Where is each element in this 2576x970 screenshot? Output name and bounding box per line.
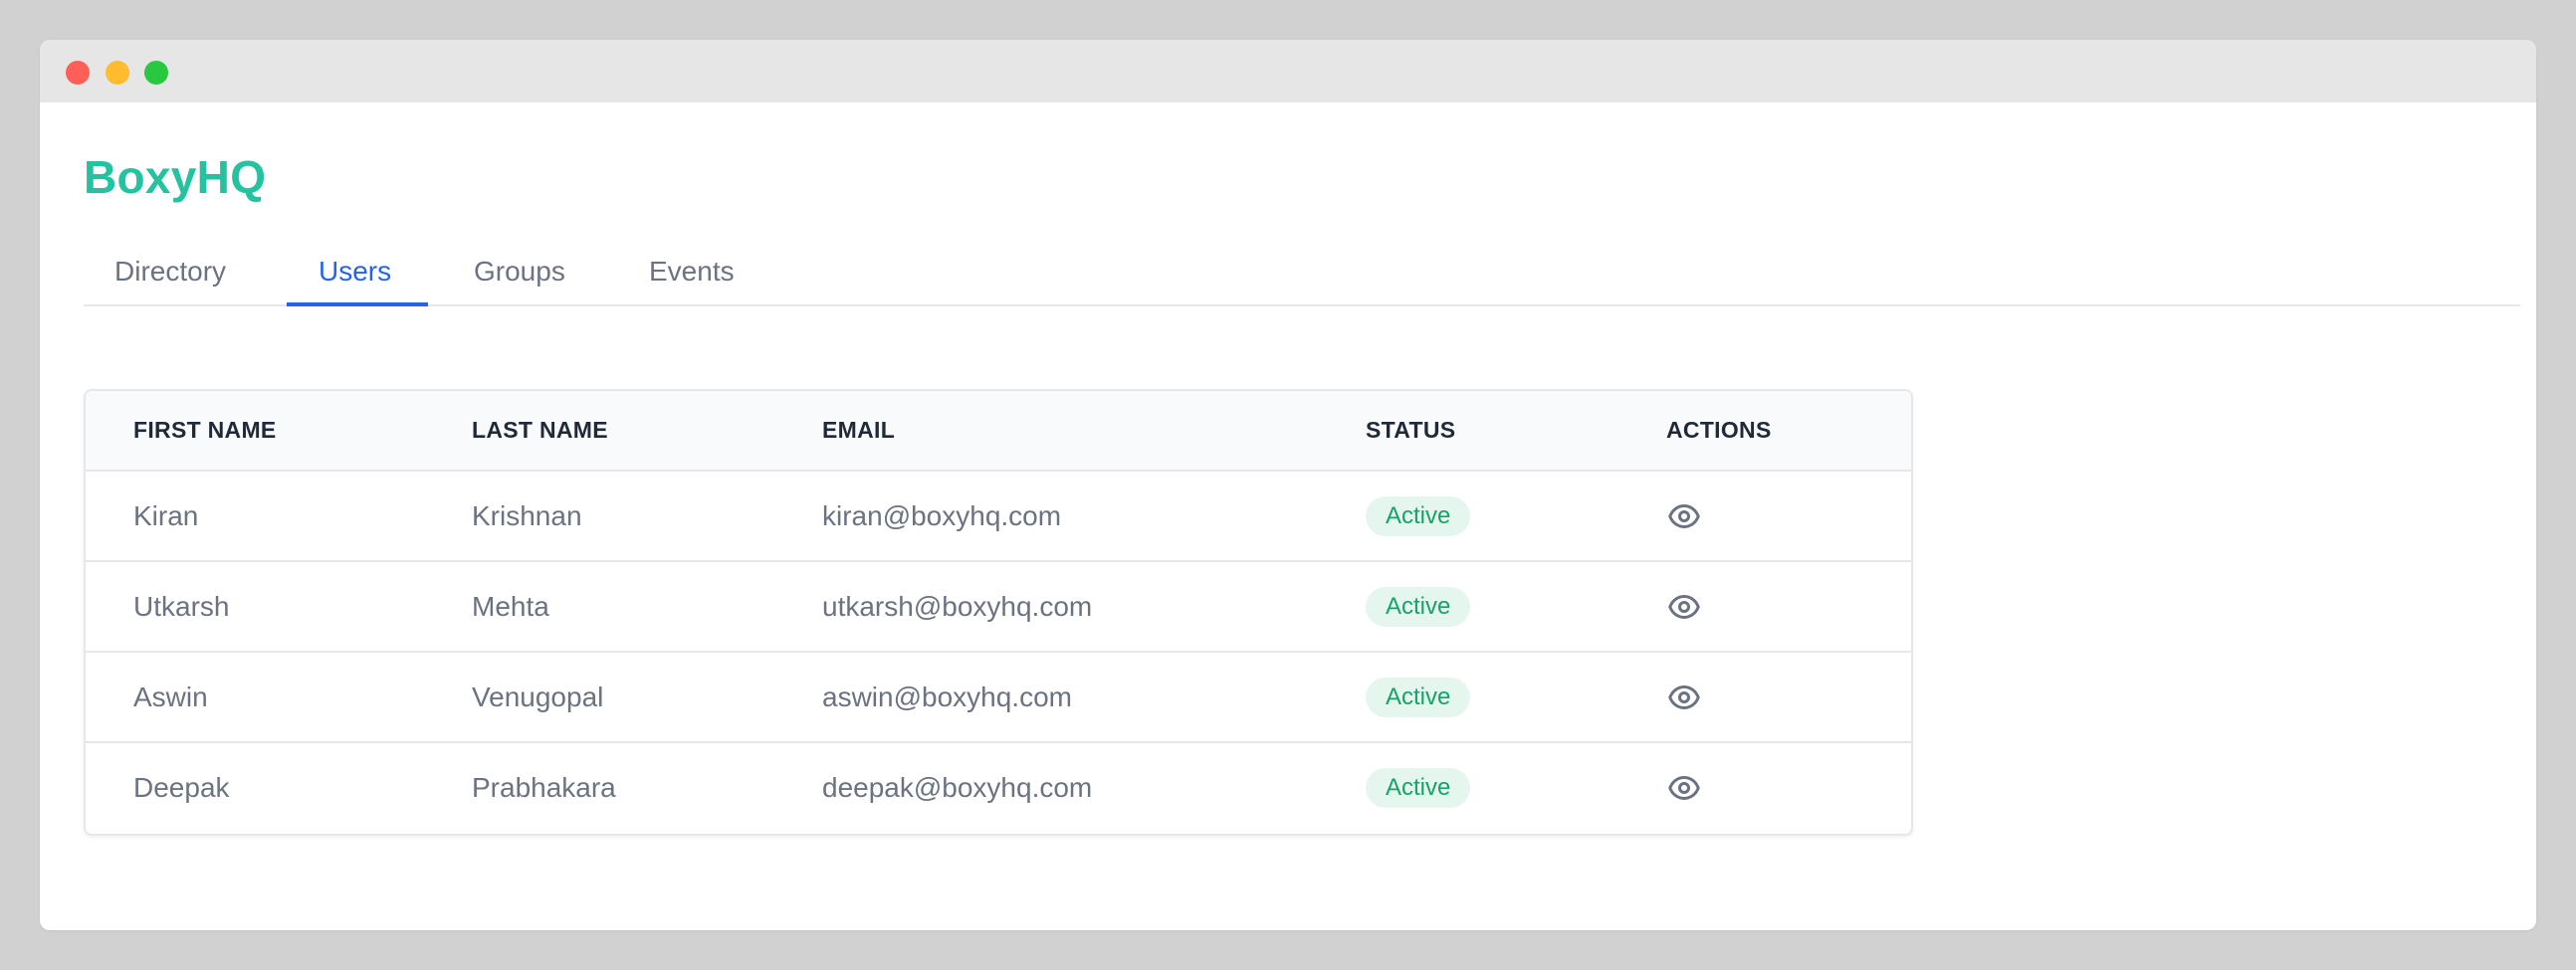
window-titlebar	[40, 40, 2536, 102]
tab-users[interactable]: Users	[287, 254, 428, 306]
cell-first-name: Deepak	[133, 772, 230, 803]
column-header-status: STATUS	[1366, 417, 1456, 443]
eye-icon[interactable]	[1666, 679, 1702, 715]
status-badge: Active	[1366, 677, 1471, 717]
maximize-window-button[interactable]	[144, 61, 168, 85]
users-table: FIRST NAME LAST NAME EMAIL STATUS ACTION…	[86, 391, 1911, 833]
table-row: Deepak Prabhakara deepak@boxyhq.com Acti…	[86, 742, 1911, 833]
cell-status: Active	[1366, 561, 1666, 652]
table-row: Utkarsh Mehta utkarsh@boxyhq.com Active	[86, 561, 1911, 652]
cell-status: Active	[1366, 471, 1666, 561]
cell-first-name: Utkarsh	[133, 590, 230, 622]
tab-label: Users	[319, 256, 392, 287]
brand-logo: BoxyHQ	[84, 151, 267, 203]
cell-first-name: Aswin	[133, 680, 208, 712]
tab-label: Events	[649, 256, 735, 287]
column-header-email: EMAIL	[822, 417, 896, 443]
table-header-row: FIRST NAME LAST NAME EMAIL STATUS ACTION…	[86, 391, 1911, 471]
tab-bar: Directory Users Groups Events	[84, 254, 2520, 306]
cell-last-name: Venugopal	[472, 680, 604, 712]
tab-label: Groups	[474, 256, 565, 287]
tab-events[interactable]: Events	[649, 254, 735, 304]
column-header-actions: ACTIONS	[1666, 417, 1772, 443]
tab-label: Directory	[114, 256, 227, 287]
status-badge: Active	[1366, 495, 1471, 536]
tab-directory[interactable]: Directory	[114, 254, 226, 304]
browser-window: BoxyHQ Directory Users Groups Events FIR…	[40, 40, 2536, 930]
cell-last-name: Krishnan	[472, 499, 582, 531]
cell-last-name: Prabhakara	[472, 772, 616, 803]
eye-icon[interactable]	[1666, 770, 1702, 806]
table-row: Kiran Krishnan kiran@boxyhq.com Active	[86, 471, 1911, 561]
minimize-window-button[interactable]	[106, 61, 129, 85]
active-tab-indicator	[287, 302, 428, 306]
cell-actions	[1666, 561, 1911, 652]
column-header-last-name: LAST NAME	[472, 417, 608, 443]
status-badge: Active	[1366, 586, 1471, 627]
cell-status: Active	[1366, 742, 1666, 833]
table-row: Aswin Venugopal aswin@boxyhq.com Active	[86, 652, 1911, 742]
column-header-first-name: FIRST NAME	[133, 417, 277, 443]
cell-email: kiran@boxyhq.com	[822, 499, 1062, 531]
cell-email: utkarsh@boxyhq.com	[822, 590, 1093, 622]
eye-icon[interactable]	[1666, 589, 1702, 625]
tab-groups[interactable]: Groups	[474, 254, 565, 304]
cell-status: Active	[1366, 652, 1666, 742]
cell-email: deepak@boxyhq.com	[822, 772, 1093, 803]
status-badge: Active	[1366, 768, 1471, 808]
cell-actions	[1666, 471, 1911, 561]
cell-actions	[1666, 652, 1911, 742]
close-window-button[interactable]	[66, 61, 90, 85]
cell-last-name: Mehta	[472, 590, 549, 622]
cell-first-name: Kiran	[133, 499, 199, 531]
cell-actions	[1666, 742, 1911, 833]
eye-icon[interactable]	[1666, 498, 1702, 534]
cell-email: aswin@boxyhq.com	[822, 680, 1072, 712]
users-table-container: FIRST NAME LAST NAME EMAIL STATUS ACTION…	[84, 389, 1913, 836]
